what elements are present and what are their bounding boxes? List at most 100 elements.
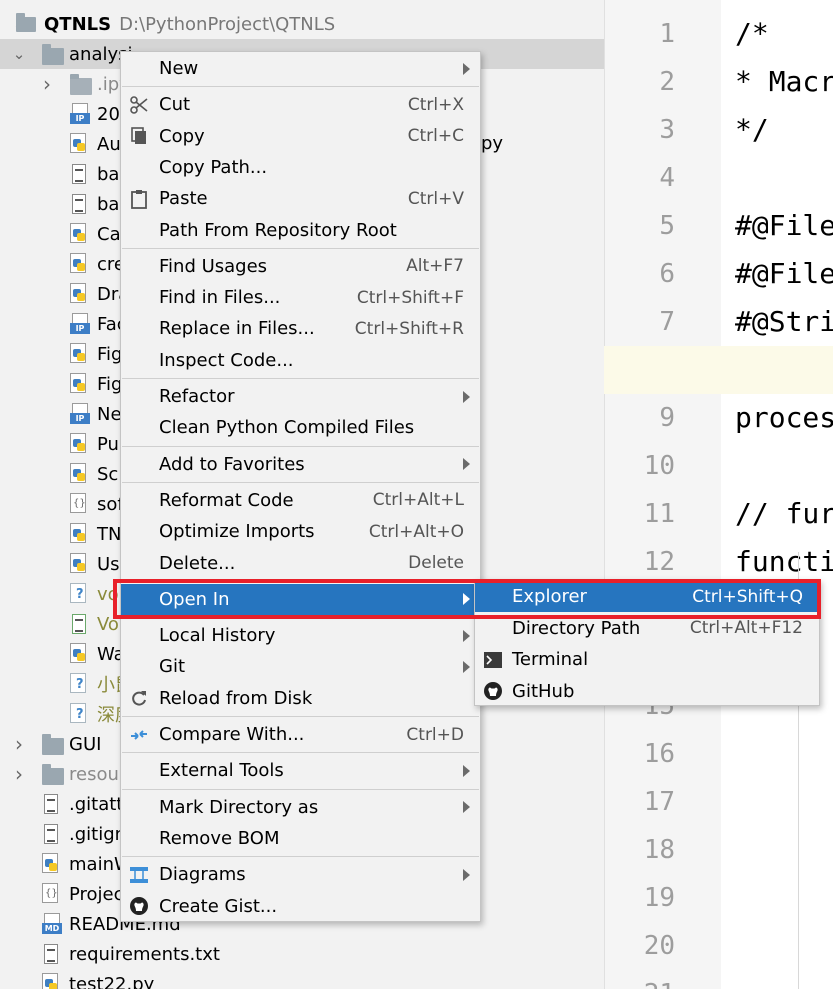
menu-item-mark-directory-as[interactable]: Mark Directory as	[121, 792, 480, 823]
menu-item-label: Terminal	[512, 649, 589, 670]
line-number: 17	[643, 787, 675, 817]
menu-item-external-tools[interactable]: External Tools	[121, 755, 480, 786]
menu-item-label: Copy	[159, 125, 205, 147]
folder-icon	[42, 764, 64, 785]
tree-item-label: Pu	[97, 433, 119, 455]
tree-item[interactable]: requirements.txt	[0, 939, 604, 969]
submenu-item-github[interactable]: GitHub	[475, 676, 819, 707]
submenu-arrow-icon	[463, 593, 470, 606]
code-line[interactable]: #@File	[735, 202, 833, 250]
line-number: 1	[659, 19, 675, 49]
python-file-icon	[70, 553, 88, 575]
code-line[interactable]: #@Stri	[735, 298, 833, 346]
menu-item-label: Reformat Code	[159, 489, 294, 511]
code-line[interactable]: * Macr	[735, 58, 833, 106]
menu-item-shortcut: Ctrl+Shift+F	[356, 287, 464, 308]
folder-icon	[42, 734, 64, 755]
menu-item-label: External Tools	[159, 760, 284, 782]
tree-item-label: Ne	[97, 403, 122, 425]
menu-item-path-from-repository-root[interactable]: Path From Repository Root	[121, 215, 480, 246]
submenu-item-directory-path[interactable]: Directory Path Ctrl+Alt+F12	[475, 613, 819, 644]
menu-item-new[interactable]: New	[121, 53, 480, 84]
text-file-icon	[72, 614, 86, 634]
github-icon	[129, 896, 149, 916]
menu-item-copy[interactable]: Copy Ctrl+C	[121, 121, 480, 152]
project-path: D:\PythonProject\QTNLS	[119, 13, 336, 35]
menu-item-delete[interactable]: Delete... Delete	[121, 548, 480, 579]
menu-item-find-usages[interactable]: Find Usages Alt+F7	[121, 251, 480, 282]
menu-item-label: Create Gist...	[159, 895, 278, 917]
tree-item[interactable]: test22.py	[0, 969, 604, 989]
code-line[interactable]: proces	[735, 394, 833, 442]
menu-item-label: Optimize Imports	[159, 521, 315, 543]
python-file-icon	[70, 373, 88, 395]
text-file-icon	[44, 824, 58, 844]
tree-item-label: .gitign	[69, 823, 127, 845]
python-file-icon	[70, 523, 88, 545]
menu-item-reload-from-disk[interactable]: Reload from Disk	[121, 683, 480, 714]
menu-item-cut[interactable]: Cut Ctrl+X	[121, 89, 480, 120]
menu-item-label: GitHub	[512, 680, 575, 702]
menu-item-copy-path[interactable]: Copy Path...	[121, 152, 480, 183]
menu-item-open-in[interactable]: Open In	[121, 583, 480, 615]
line-number: 18	[643, 835, 675, 865]
python-file-icon	[70, 433, 88, 455]
current-line-highlight	[604, 346, 833, 394]
submenu-item-terminal[interactable]: Terminal	[475, 644, 819, 675]
menu-item-optimize-imports[interactable]: Optimize Imports Ctrl+Alt+O	[121, 516, 480, 547]
menu-item-inspect-code[interactable]: Inspect Code...	[121, 345, 480, 376]
tree-item-label: Projec	[69, 883, 124, 905]
menu-item-find-in-files[interactable]: Find in Files... Ctrl+Shift+F	[121, 282, 480, 313]
python-file-icon	[70, 463, 88, 485]
menu-item-shortcut: Ctrl+Alt+F12	[689, 618, 803, 638]
unknown-file-icon: ?	[70, 673, 88, 695]
menu-item-add-to-favorites[interactable]: Add to Favorites	[121, 449, 480, 480]
submenu-item-explorer[interactable]: Explorer Ctrl+Shift+Q	[475, 581, 819, 612]
menu-item-clean-python-compiled-files[interactable]: Clean Python Compiled Files	[121, 412, 480, 443]
code-editor[interactable]: 123456789101112131415161718192021 /** Ma…	[604, 0, 833, 989]
code-line[interactable]: /*	[735, 10, 769, 58]
submenu-arrow-icon	[463, 390, 470, 403]
tree-item-label: ba	[97, 163, 120, 185]
paste-icon	[129, 189, 149, 209]
menu-separator	[122, 788, 479, 790]
code-line[interactable]: */	[735, 106, 769, 154]
menu-item-local-history[interactable]: Local History	[121, 620, 480, 651]
menu-item-create-gist[interactable]: Create Gist...	[121, 891, 480, 922]
menu-item-reformat-code[interactable]: Reformat Code Ctrl+Alt+L	[121, 485, 480, 516]
menu-item-refactor[interactable]: Refactor	[121, 381, 480, 412]
submenu-arrow-icon	[463, 62, 470, 75]
terminal-icon	[483, 650, 503, 670]
menu-item-diagrams[interactable]: Diagrams	[121, 859, 480, 890]
chevron-down-icon[interactable]: ⌄	[12, 47, 26, 62]
compare-icon	[129, 725, 149, 745]
menu-item-label: Clean Python Compiled Files	[159, 417, 415, 439]
chevron-right-icon[interactable]: ›	[12, 734, 26, 754]
line-number: 3	[659, 115, 675, 145]
menu-item-label: Cut	[159, 94, 191, 116]
tree-item-label: TN	[97, 523, 122, 545]
reload-icon	[129, 688, 149, 708]
menu-separator	[122, 580, 479, 582]
menu-item-git[interactable]: Git	[121, 651, 480, 682]
menu-separator	[122, 617, 479, 619]
code-line[interactable]: // fur	[735, 490, 833, 538]
tree-item-label-overflow: py	[481, 133, 504, 154]
json-file-icon: {}	[42, 883, 60, 905]
python-file-icon	[42, 853, 60, 875]
code-line[interactable]: #@File	[735, 250, 833, 298]
tree-item-label: Ca	[97, 223, 121, 245]
chevron-right-icon[interactable]: ›	[40, 74, 54, 94]
menu-item-replace-in-files[interactable]: Replace in Files... Ctrl+Shift+R	[121, 313, 480, 344]
chevron-right-icon[interactable]: ›	[12, 764, 26, 784]
tree-item-label: Au	[97, 133, 121, 155]
project-root-row[interactable]: ⌄ QTNLSD:\PythonProject\QTNLS	[0, 9, 604, 39]
menu-item-paste[interactable]: Paste Ctrl+V	[121, 183, 480, 214]
menu-item-label: Path From Repository Root	[159, 219, 397, 241]
python-file-icon	[70, 643, 88, 665]
menu-item-remove-bom[interactable]: Remove BOM	[121, 823, 480, 854]
menu-item-compare-with[interactable]: Compare With... Ctrl+D	[121, 719, 480, 750]
text-file-icon	[44, 794, 58, 814]
menu-item-shortcut: Ctrl+C	[407, 126, 464, 147]
menu-item-label: Local History	[159, 625, 276, 647]
